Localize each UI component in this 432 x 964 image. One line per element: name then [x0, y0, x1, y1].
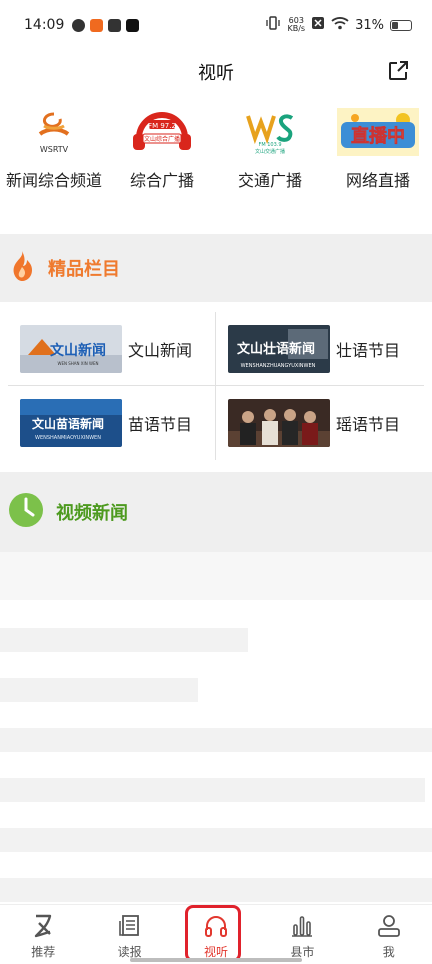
channel-logo-text: WSRTV	[40, 145, 69, 154]
nav-label: 推荐	[31, 945, 56, 959]
channel-traffic-radio[interactable]: FM 103.9 文山交通广播 交通广播	[216, 108, 324, 192]
channel-live-stream[interactable]: 直播中 网络直播	[324, 108, 432, 192]
channel-general-radio[interactable]: FM 97.2 文山综合广播 综合广播	[108, 108, 216, 192]
svg-text:文山综合广播: 文山综合广播	[144, 135, 180, 143]
notification-icons	[72, 18, 140, 32]
wifi-icon	[331, 16, 349, 34]
video-section-header: 视频新闻	[0, 472, 432, 552]
fm972-logo: FM 97.2 文山综合广播	[121, 108, 203, 156]
wifi-off-icon	[311, 16, 325, 34]
svg-text:文山壮语新闻: 文山壮语新闻	[237, 341, 315, 357]
program-thumbnail	[228, 399, 330, 447]
loading-placeholder	[0, 552, 432, 600]
nav-recommend[interactable]: 推荐	[0, 905, 86, 964]
program-label: 瑶语节目	[336, 415, 401, 434]
net-speed: 603 KB/s	[287, 16, 306, 33]
nav-newspaper[interactable]: 读报	[86, 905, 172, 964]
svg-text:FM 103.9: FM 103.9	[258, 142, 281, 148]
app-notification-icon	[72, 18, 86, 32]
fire-icon	[8, 249, 36, 287]
program-thumbnail: 文山新闻 WEN SHAN XIN WEN	[20, 325, 122, 373]
battery-level: 31%	[355, 17, 384, 33]
loading-placeholder	[0, 878, 432, 902]
page-title: 视听	[198, 63, 234, 84]
svg-text:文山交通广播: 文山交通广播	[255, 148, 285, 155]
program-label: 壮语节目	[336, 341, 401, 360]
svg-text:FM 97.2: FM 97.2	[148, 122, 176, 130]
channel-label: 交通广播	[237, 171, 302, 190]
nav-me[interactable]: 我	[346, 905, 432, 964]
program-label: 苗语节目	[128, 415, 193, 434]
program-yao[interactable]: 瑶语节目	[216, 386, 423, 460]
channel-news-tv[interactable]: WSRTV 新闻综合频道	[0, 108, 108, 192]
status-time: 14:09	[24, 17, 65, 33]
bar-chart-icon	[292, 916, 313, 937]
svg-text:WENSHANMIAOYUXINWEN: WENSHANMIAOYUXINWEN	[35, 435, 101, 441]
loading-placeholder	[0, 828, 432, 852]
app-notification-icon	[90, 18, 104, 32]
svg-text:文山新闻: 文山新闻	[50, 342, 106, 359]
channel-list: WSRTV 新闻综合频道 FM 97.2 文山综合广播 综合广播 FM 103.…	[0, 108, 432, 192]
nav-county[interactable]: 县市	[259, 905, 345, 964]
vibrate-icon	[265, 16, 281, 34]
wsrtv-logo: WSRTV	[13, 108, 95, 156]
channel-label: 网络直播	[345, 171, 410, 190]
svg-text:直播中: 直播中	[351, 125, 405, 147]
program-grid: 文山新闻 WEN SHAN XIN WEN 文山新闻 文山壮语新闻 WENSHA…	[8, 312, 424, 460]
svg-text:WENSHANZHUANGYUXINWEN: WENSHANZHUANGYUXINWEN	[241, 363, 316, 369]
program-thumbnail: 文山苗语新闻 WENSHANMIAOYUXINWEN	[20, 399, 122, 447]
share-icon	[389, 61, 408, 80]
newspaper-icon	[118, 915, 139, 936]
active-tab-highlight	[185, 905, 241, 962]
battery-icon	[390, 19, 412, 31]
program-wenshan-news[interactable]: 文山新闻 WEN SHAN XIN WEN 文山新闻	[8, 312, 215, 386]
clock-icon	[8, 492, 44, 532]
premium-section-header: 精品栏目	[0, 234, 432, 302]
tiktok-icon	[126, 18, 140, 32]
svg-text:文山苗语新闻: 文山苗语新闻	[32, 416, 104, 431]
mail-icon	[108, 18, 122, 32]
loading-placeholder	[0, 778, 425, 802]
channel-label: 新闻综合频道	[6, 171, 103, 190]
section-title: 视频新闻	[56, 503, 128, 524]
channel-label: 综合广播	[129, 171, 194, 190]
home-indicator[interactable]	[130, 958, 302, 962]
recommend-icon	[34, 914, 52, 938]
program-miao[interactable]: 文山苗语新闻 WENSHANMIAOYUXINWEN 苗语节目	[8, 386, 215, 460]
ws-fm1039-logo: FM 103.9 文山交通广播	[229, 108, 311, 156]
program-label: 文山新闻	[128, 341, 193, 360]
person-icon	[377, 915, 400, 937]
svg-text:WEN SHAN XIN WEN: WEN SHAN XIN WEN	[58, 361, 99, 366]
section-title: 精品栏目	[48, 259, 120, 280]
loading-placeholder	[0, 728, 432, 752]
program-zhuang[interactable]: 文山壮语新闻 WENSHANZHUANGYUXINWEN 壮语节目	[216, 312, 423, 386]
nav-label: 我	[382, 945, 395, 959]
program-thumbnail: 文山壮语新闻 WENSHANZHUANGYUXINWEN	[228, 325, 330, 373]
header: 视听	[0, 50, 432, 94]
status-bar: 14:09 603 KB/s 31%	[0, 0, 432, 50]
loading-placeholder	[0, 678, 198, 702]
live-logo: 直播中	[337, 108, 419, 156]
loading-placeholder	[0, 628, 248, 652]
share-button[interactable]	[386, 59, 410, 83]
